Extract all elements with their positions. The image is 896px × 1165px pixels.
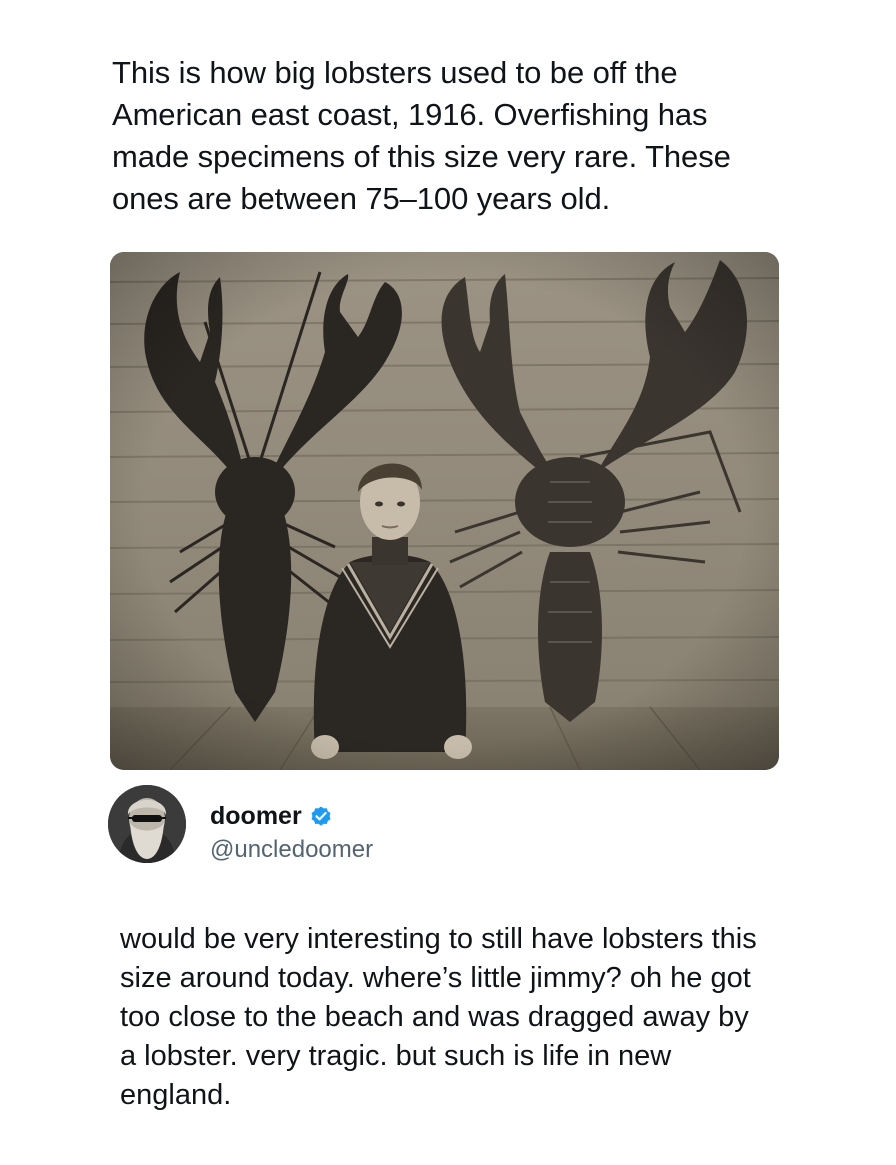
user-handle[interactable]: @uncledoomer bbox=[210, 835, 373, 865]
avatar-image bbox=[108, 785, 186, 863]
display-name-row: doomer bbox=[210, 801, 333, 831]
reply-text: would be very interesting to still have … bbox=[120, 923, 757, 1111]
verified-badge-icon bbox=[311, 806, 331, 826]
avatar[interactable] bbox=[108, 785, 186, 863]
post-caption: This is how big lobsters used to be off … bbox=[112, 55, 731, 216]
reply-author: doomer @uncledoomer bbox=[108, 785, 788, 881]
post-photo[interactable] bbox=[110, 252, 779, 770]
lobster-photo-image bbox=[110, 252, 779, 770]
display-name[interactable]: doomer bbox=[210, 801, 302, 831]
